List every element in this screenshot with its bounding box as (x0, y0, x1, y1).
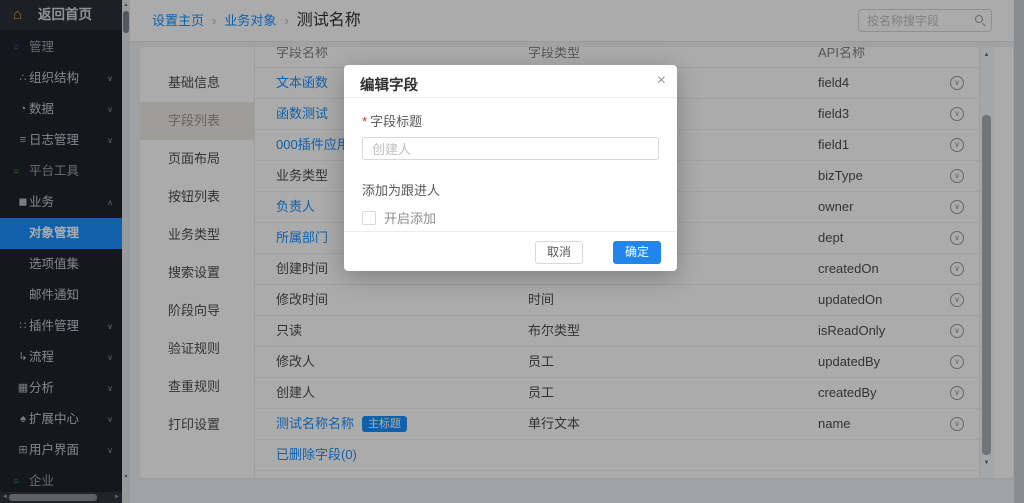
cancel-button[interactable]: 取消 (535, 241, 583, 264)
enable-add-label: 开启添加 (384, 208, 436, 227)
checkbox-icon[interactable] (362, 211, 376, 225)
close-icon[interactable]: × (657, 71, 666, 91)
add-follower-label: 添加为跟进人 (362, 180, 659, 199)
confirm-button[interactable]: 确定 (613, 241, 661, 264)
edit-field-modal: 编辑字段 × *字段标题 添加为跟进人 开启添加 取消 确定 (344, 65, 677, 271)
modal-header: 编辑字段 × (344, 65, 677, 98)
field-title-input[interactable] (362, 137, 659, 160)
screen: ⌂ 返回首页 ○管理∴组织结构∨◔数据∨≡日志管理∨○平台工具◼业务∧对象管理选… (0, 0, 1024, 503)
modal-title: 编辑字段 (360, 74, 418, 95)
modal-body: *字段标题 添加为跟进人 开启添加 (344, 98, 677, 227)
modal-footer: 取消 确定 (344, 231, 677, 271)
field-title-label: *字段标题 (362, 111, 659, 130)
enable-add-checkbox-row[interactable]: 开启添加 (362, 208, 659, 227)
required-mark: * (362, 114, 367, 129)
